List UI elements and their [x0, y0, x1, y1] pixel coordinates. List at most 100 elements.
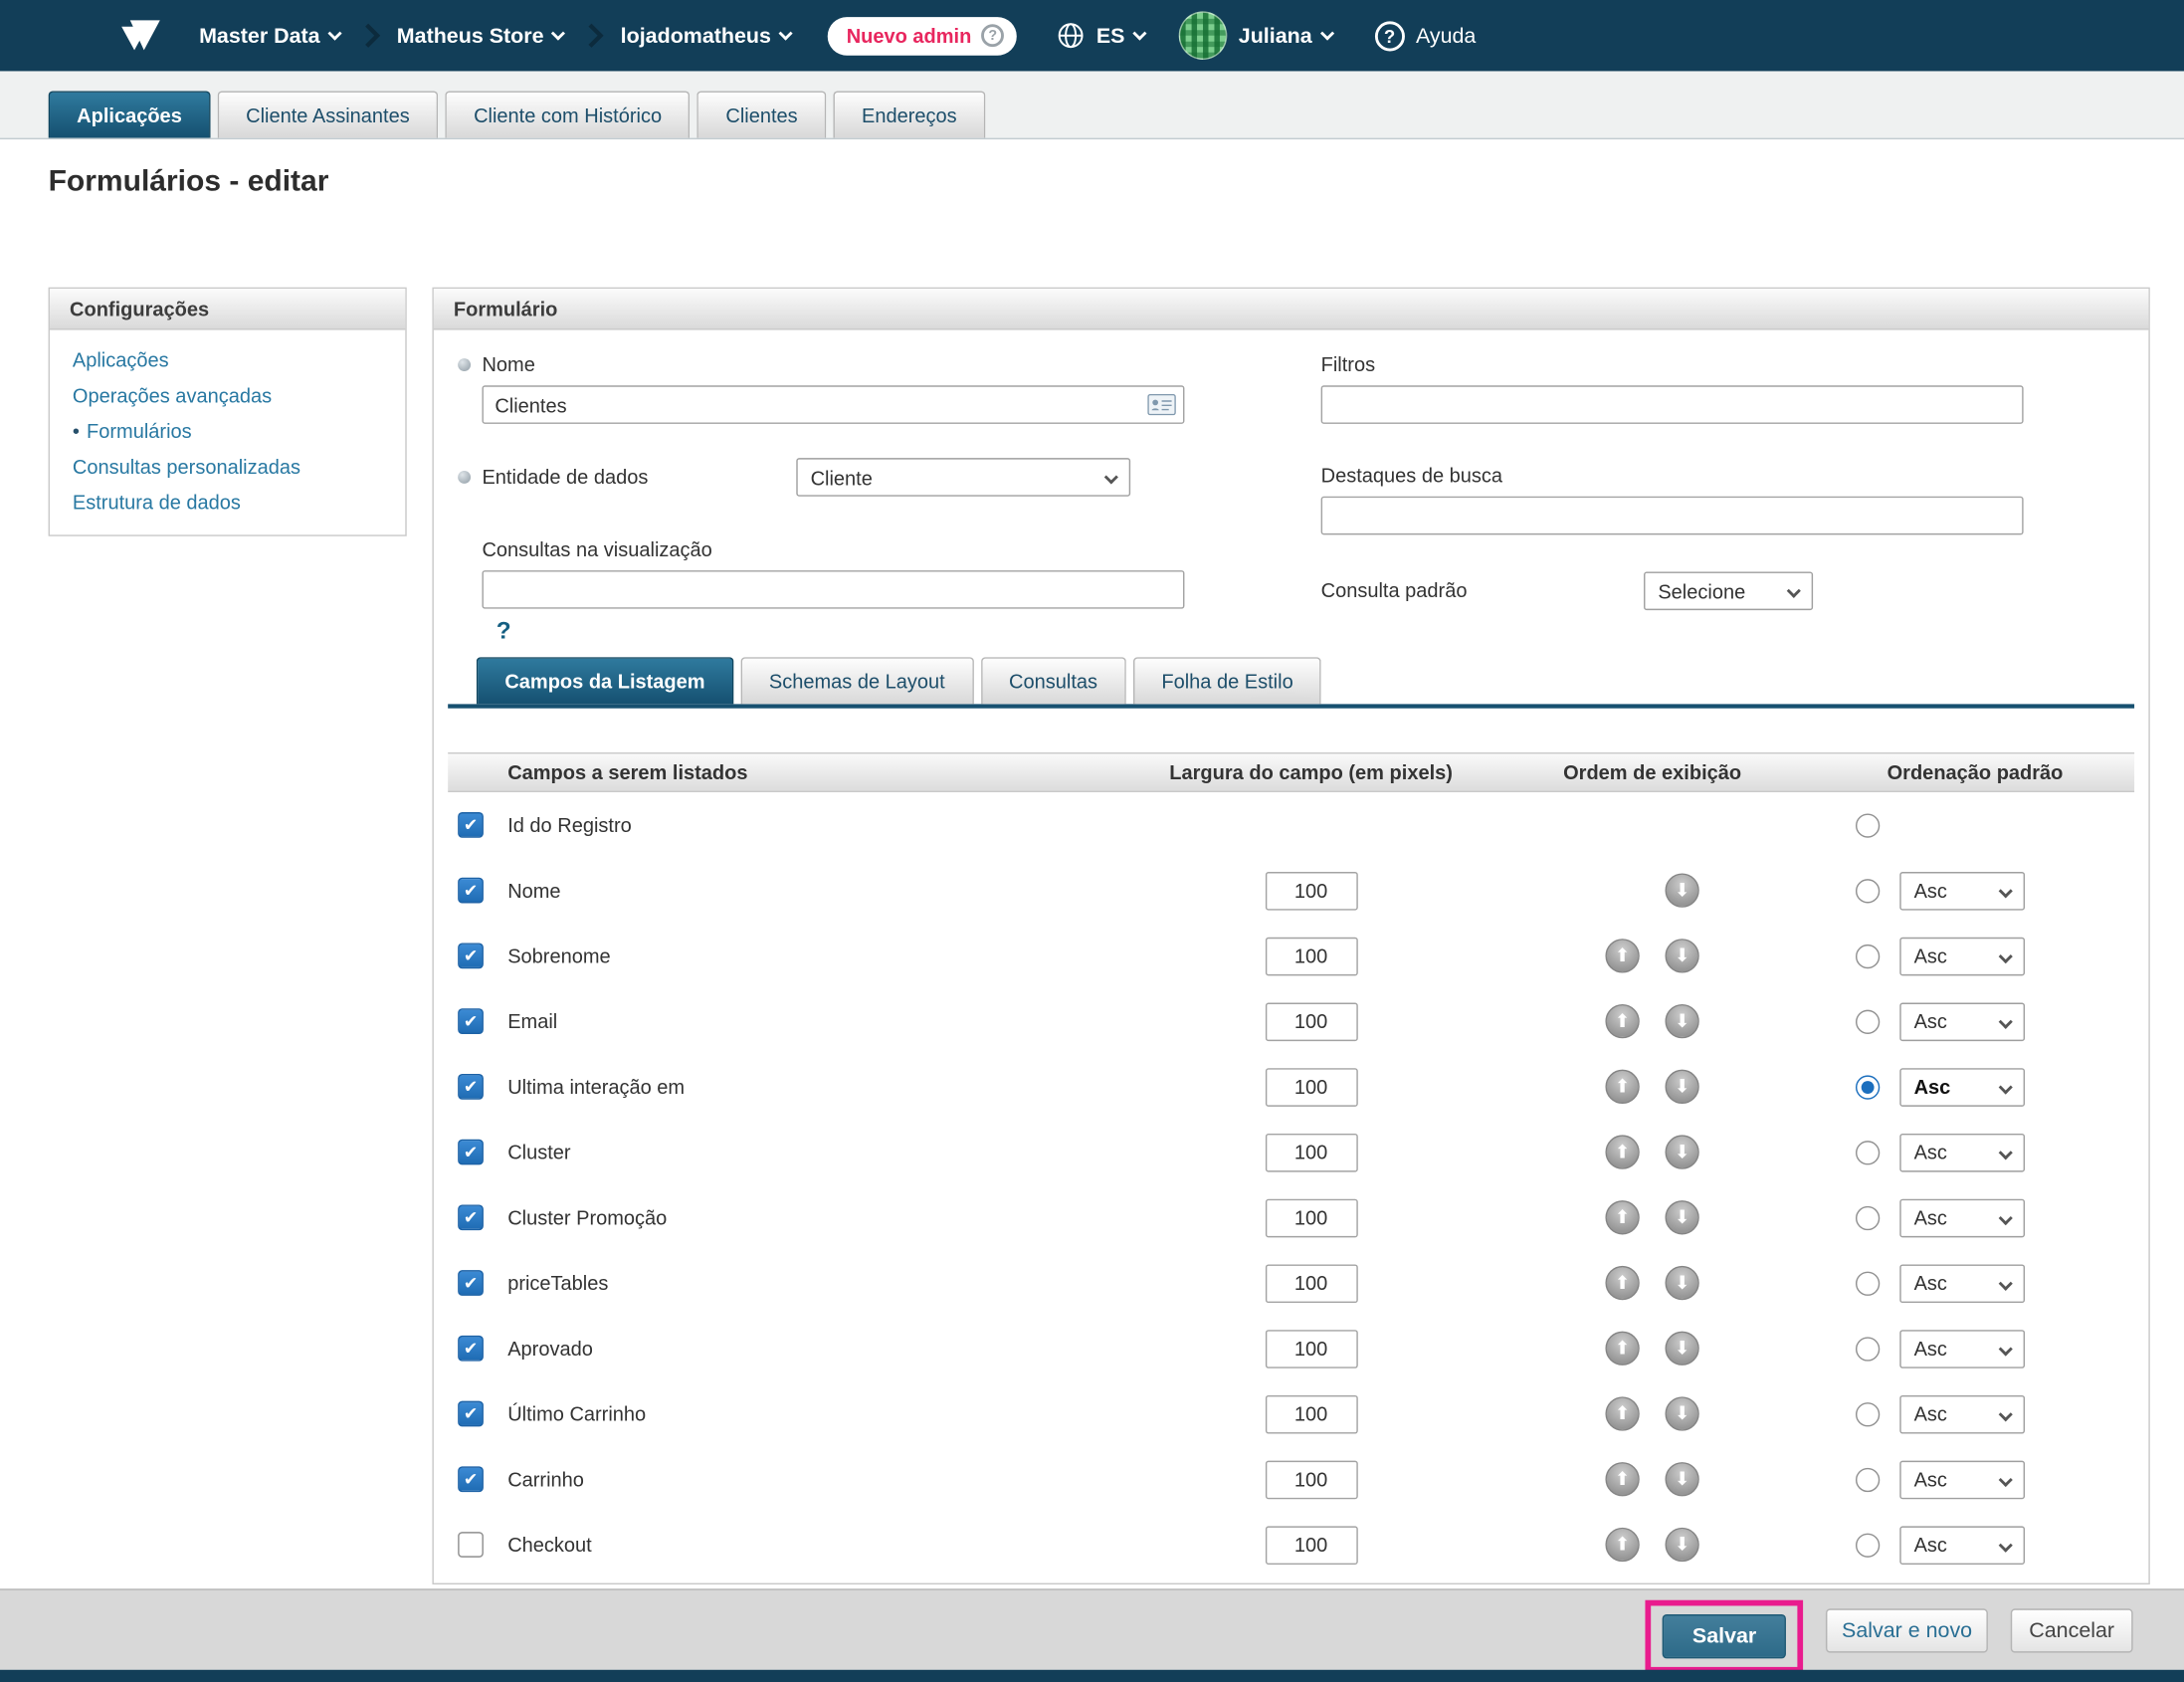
user-avatar[interactable] [1179, 11, 1228, 60]
vtex-logo-icon[interactable] [119, 16, 162, 55]
sidebar-item-operacoes-avancadas[interactable]: Operações avançadas [73, 378, 383, 414]
default-sort-radio[interactable] [1856, 1205, 1880, 1229]
move-down-icon[interactable]: ⬇ [1665, 1462, 1698, 1496]
move-up-icon[interactable]: ⬆ [1605, 1004, 1639, 1038]
tab-consultas[interactable]: Consultas [980, 657, 1125, 704]
tab-schemas-de-layout[interactable]: Schemas de Layout [740, 657, 973, 704]
consulta-padrao-dropdown[interactable]: Selecione [1644, 571, 1813, 610]
sort-direction-dropdown[interactable]: Asc [1899, 1526, 2025, 1565]
move-down-icon[interactable]: ⬇ [1665, 1528, 1698, 1562]
sort-direction-dropdown[interactable]: Asc [1899, 1394, 2025, 1433]
nome-input[interactable] [482, 385, 1184, 424]
move-up-icon[interactable]: ⬆ [1605, 1200, 1639, 1234]
save-and-new-button[interactable]: Salvar e novo [1826, 1608, 1988, 1652]
field-checkbox[interactable] [458, 1336, 484, 1362]
sort-direction-dropdown[interactable]: Asc [1899, 1264, 2025, 1303]
sort-direction-dropdown[interactable]: Asc [1899, 1329, 2025, 1367]
field-width-input[interactable] [1265, 1198, 1357, 1237]
store-menu[interactable]: Matheus Store [397, 24, 564, 48]
sort-direction-dropdown[interactable]: Asc [1899, 1460, 2025, 1499]
field-checkbox[interactable] [458, 1008, 484, 1034]
default-sort-radio[interactable] [1856, 1075, 1880, 1099]
consultas-visualizacao-input[interactable] [482, 570, 1184, 609]
sort-direction-dropdown[interactable]: Asc [1899, 1198, 2025, 1237]
sidebar-item-formularios[interactable]: •Formulários [73, 414, 383, 450]
default-sort-radio[interactable] [1856, 1271, 1880, 1295]
help-question-link[interactable]: ? [496, 617, 516, 646]
field-checkbox[interactable] [458, 878, 484, 904]
move-down-icon[interactable]: ⬇ [1665, 1266, 1698, 1300]
field-checkbox[interactable] [458, 812, 484, 838]
default-sort-radio[interactable] [1856, 1533, 1880, 1557]
sort-direction-dropdown[interactable]: Asc [1899, 1133, 2025, 1171]
tab-enderecos[interactable]: Endereços [833, 91, 985, 137]
help-circle-icon[interactable]: ? [981, 24, 1004, 47]
move-down-icon[interactable]: ⬇ [1665, 1200, 1698, 1234]
field-checkbox[interactable] [458, 943, 484, 968]
sidebar-item-aplicacoes[interactable]: Aplicações [73, 342, 383, 378]
tab-aplicacoes[interactable]: Aplicações [49, 91, 211, 137]
move-down-icon[interactable]: ⬇ [1665, 1070, 1698, 1104]
move-down-icon[interactable]: ⬇ [1665, 1004, 1698, 1038]
field-checkbox[interactable] [458, 1532, 484, 1558]
move-up-icon[interactable]: ⬆ [1605, 1396, 1639, 1430]
field-width-input[interactable] [1265, 937, 1357, 975]
default-sort-radio[interactable] [1856, 1337, 1880, 1361]
default-sort-radio[interactable] [1856, 944, 1880, 967]
tab-clientes[interactable]: Clientes [697, 91, 826, 137]
move-down-icon[interactable]: ⬇ [1665, 1332, 1698, 1366]
save-button[interactable]: Salvar [1663, 1613, 1786, 1657]
field-width-input[interactable] [1265, 1329, 1357, 1367]
new-admin-badge[interactable]: Nuevo admin ? [828, 16, 1017, 55]
field-checkbox[interactable] [458, 1140, 484, 1165]
default-sort-radio[interactable] [1856, 1401, 1880, 1425]
field-width-input[interactable] [1265, 1264, 1357, 1303]
move-down-icon[interactable]: ⬇ [1665, 939, 1698, 972]
destaques-input[interactable] [1321, 497, 2024, 535]
sidebar-item-consultas-personalizadas[interactable]: Consultas personalizadas [73, 450, 383, 486]
field-width-input[interactable] [1265, 1068, 1357, 1107]
cancel-button[interactable]: Cancelar [2011, 1608, 2133, 1652]
master-data-menu[interactable]: Master Data [199, 24, 340, 48]
default-sort-radio[interactable] [1856, 1140, 1880, 1163]
tab-cliente-assinantes[interactable]: Cliente Assinantes [218, 91, 439, 137]
move-down-icon[interactable]: ⬇ [1665, 873, 1698, 907]
move-up-icon[interactable]: ⬆ [1605, 1462, 1639, 1496]
field-checkbox[interactable] [458, 1401, 484, 1427]
help-link[interactable]: Ayuda [1416, 24, 1476, 48]
move-up-icon[interactable]: ⬆ [1605, 1135, 1639, 1168]
contact-card-icon[interactable] [1147, 394, 1176, 423]
default-sort-radio[interactable] [1856, 813, 1880, 837]
field-width-input[interactable] [1265, 1526, 1357, 1565]
move-up-icon[interactable]: ⬆ [1605, 1332, 1639, 1366]
sidebar-item-estrutura-de-dados[interactable]: Estrutura de dados [73, 485, 383, 521]
default-sort-radio[interactable] [1856, 1467, 1880, 1491]
field-width-input[interactable] [1265, 1394, 1357, 1433]
default-sort-radio[interactable] [1856, 1009, 1880, 1033]
tab-folha-de-estilo[interactable]: Folha de Estilo [1133, 657, 1322, 704]
filtros-input[interactable] [1321, 385, 2024, 424]
sort-direction-dropdown[interactable]: Asc [1899, 1002, 2025, 1041]
field-checkbox[interactable] [458, 1204, 484, 1230]
move-up-icon[interactable]: ⬆ [1605, 939, 1639, 972]
field-checkbox[interactable] [458, 1270, 484, 1296]
sort-direction-dropdown[interactable]: Asc [1899, 937, 2025, 975]
field-checkbox[interactable] [458, 1466, 484, 1492]
field-width-input[interactable] [1265, 871, 1357, 910]
move-up-icon[interactable]: ⬆ [1605, 1266, 1639, 1300]
field-width-input[interactable] [1265, 1133, 1357, 1171]
entidade-dropdown[interactable]: Cliente [796, 458, 1130, 497]
field-width-input[interactable] [1265, 1002, 1357, 1041]
sort-direction-dropdown[interactable]: Asc [1899, 871, 2025, 910]
move-down-icon[interactable]: ⬇ [1665, 1396, 1698, 1430]
account-menu[interactable]: lojadomatheus [621, 24, 791, 48]
tab-cliente-com-historico[interactable]: Cliente com Histórico [445, 91, 690, 137]
move-down-icon[interactable]: ⬇ [1665, 1135, 1698, 1168]
tab-campos-da-listagem[interactable]: Campos da Listagem [477, 657, 733, 704]
user-menu[interactable]: Juliana [1239, 24, 1332, 48]
default-sort-radio[interactable] [1856, 878, 1880, 902]
field-checkbox[interactable] [458, 1074, 484, 1100]
sort-direction-dropdown[interactable]: Asc [1899, 1068, 2025, 1107]
locale-selector[interactable]: ES [1096, 24, 1145, 48]
help-circle-icon[interactable]: ? [1375, 21, 1405, 51]
